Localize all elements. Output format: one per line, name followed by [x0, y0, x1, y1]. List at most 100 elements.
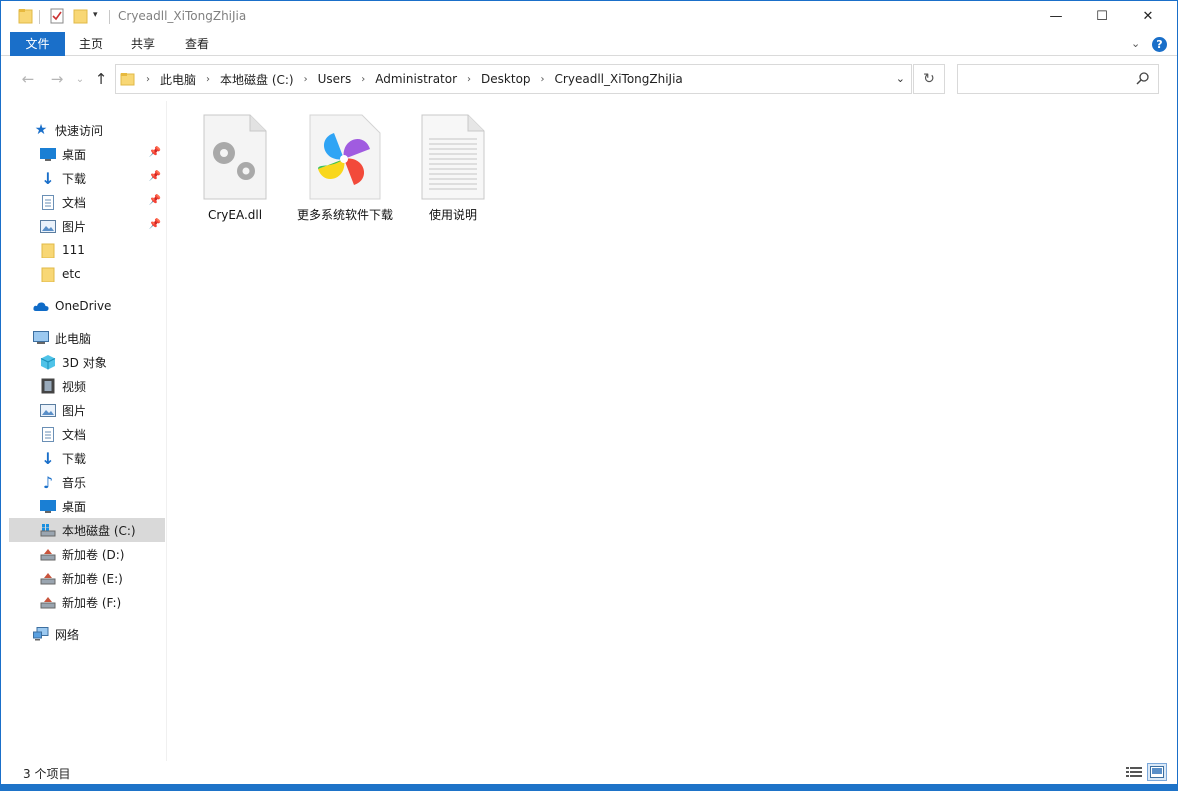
- pin-icon[interactable]: 📌: [149, 171, 161, 182]
- sidebar-item-label: 111: [62, 243, 85, 257]
- sidebar-item-volume-f[interactable]: 新加卷 (F:): [9, 590, 165, 614]
- pin-icon[interactable]: 📌: [149, 195, 161, 206]
- sidebar-item-desktop[interactable]: 桌面 📌: [9, 142, 165, 166]
- file-name: 更多系统软件下载: [297, 208, 394, 222]
- pictures-icon: [40, 402, 56, 418]
- new-folder-icon[interactable]: [73, 7, 89, 27]
- document-icon: [40, 426, 56, 442]
- sidebar-item-3d-objects[interactable]: 3D 对象: [9, 350, 165, 374]
- dll-gear-icon: [202, 113, 268, 204]
- sidebar-item-music[interactable]: ♪ 音乐: [9, 470, 165, 494]
- desktop-icon: [40, 498, 56, 514]
- tab-file[interactable]: 文件: [10, 32, 65, 56]
- sidebar-item-this-pc[interactable]: 此电脑: [9, 326, 165, 350]
- close-button[interactable]: ✕: [1125, 1, 1171, 32]
- help-icon[interactable]: ?: [1152, 37, 1167, 52]
- breadcrumb-desktop[interactable]: Desktop: [481, 72, 531, 86]
- folder-icon: [18, 7, 34, 27]
- sidebar-item-local-disk-c[interactable]: 本地磁盘 (C:): [9, 518, 165, 542]
- customize-quick-access-icon[interactable]: ▾: [93, 10, 98, 30]
- address-bar[interactable]: › 此电脑 › 本地磁盘 (C:) › Users › Administrato…: [115, 64, 912, 94]
- tab-view[interactable]: 查看: [175, 32, 219, 56]
- sidebar-item-label: etc: [62, 267, 81, 281]
- star-icon: ★: [34, 122, 48, 138]
- sidebar-item-label: 此电脑: [55, 331, 92, 346]
- sidebar-item-label: 快速访问: [55, 123, 104, 138]
- sidebar-item-videos[interactable]: 视频: [9, 374, 165, 398]
- download-arrow-icon: ↓: [41, 448, 55, 468]
- large-icons-view-icon[interactable]: [1147, 763, 1167, 781]
- sidebar-item-documents[interactable]: 文档 📌: [9, 190, 165, 214]
- sidebar-item-label: 视频: [62, 379, 87, 394]
- status-bar: 3 个项目: [1, 761, 1177, 785]
- file-item-readme[interactable]: 使用说明: [405, 113, 501, 223]
- back-button[interactable]: ←: [17, 69, 39, 89]
- file-item-more-software[interactable]: 更多系统软件下载: [297, 113, 393, 223]
- sidebar-item-documents-pc[interactable]: 文档: [9, 422, 165, 446]
- sidebar-item-network[interactable]: 网络: [9, 622, 165, 646]
- sidebar-item-downloads[interactable]: ↓ 下载 📌: [9, 166, 165, 190]
- text-document-icon: [420, 113, 486, 204]
- cloud-icon: [33, 298, 49, 314]
- sidebar-item-onedrive[interactable]: OneDrive: [9, 294, 165, 318]
- chevron-right-icon[interactable]: ›: [361, 74, 365, 85]
- drive-icon: [40, 570, 56, 586]
- pinwheel-shortcut-icon: [308, 113, 382, 204]
- pin-icon[interactable]: 📌: [149, 219, 161, 230]
- item-count: 3 个项目: [23, 767, 71, 781]
- recent-locations-icon[interactable]: ⌄: [69, 69, 91, 89]
- breadcrumb-administrator[interactable]: Administrator: [375, 72, 457, 86]
- properties-icon[interactable]: [49, 7, 65, 27]
- computer-icon: [33, 330, 49, 346]
- refresh-button[interactable]: ↻: [913, 64, 945, 94]
- breadcrumb-current-folder[interactable]: Cryeadll_XiTongZhiJia: [555, 72, 683, 86]
- expand-ribbon-icon[interactable]: ⌄: [1131, 37, 1140, 50]
- tab-share[interactable]: 共享: [121, 32, 165, 56]
- sidebar-item-quick-access[interactable]: ★ 快速访问: [9, 118, 165, 142]
- ribbon-tabs: 文件 主页 共享 查看 ⌄ ?: [1, 32, 1177, 56]
- sidebar-item-label: 3D 对象: [62, 355, 107, 370]
- sidebar-item-label: 网络: [55, 627, 80, 642]
- window-title: Cryeadll_XiTongZhiJia: [118, 9, 247, 23]
- sidebar-item-pictures[interactable]: 图片 📌: [9, 214, 165, 238]
- forward-button[interactable]: →: [46, 69, 68, 89]
- sidebar-item-volume-d[interactable]: 新加卷 (D:): [9, 542, 165, 566]
- network-icon: [33, 626, 49, 642]
- pin-icon[interactable]: 📌: [149, 147, 161, 158]
- sidebar-item-downloads-pc[interactable]: ↓ 下载: [9, 446, 165, 470]
- sidebar-item-desktop-pc[interactable]: 桌面: [9, 494, 165, 518]
- drive-windows-icon: [40, 522, 56, 538]
- sidebar-item-111[interactable]: 111: [9, 238, 165, 262]
- sidebar-item-volume-e[interactable]: 新加卷 (E:): [9, 566, 165, 590]
- details-view-icon[interactable]: [1124, 763, 1144, 781]
- search-input[interactable]: [957, 64, 1159, 94]
- music-note-icon: ♪: [42, 472, 54, 492]
- sidebar-item-label: 图片: [62, 219, 87, 234]
- navigation-bar: ← → ⌄ ↑ › 此电脑 › 本地磁盘 (C:) › Users › Admi…: [1, 57, 1177, 101]
- chevron-right-icon[interactable]: ›: [467, 74, 471, 85]
- folder-icon: [40, 266, 56, 282]
- sidebar-item-label: 本地磁盘 (C:): [62, 523, 136, 538]
- pictures-icon: [40, 218, 56, 234]
- maximize-button[interactable]: ☐: [1079, 1, 1125, 32]
- chevron-right-icon[interactable]: ›: [206, 74, 210, 85]
- sidebar-item-label: 文档: [62, 195, 87, 210]
- file-item-cryea-dll[interactable]: CryEA.dll: [187, 113, 283, 223]
- sidebar-item-etc[interactable]: etc: [9, 262, 165, 286]
- file-name: CryEA.dll: [207, 208, 263, 222]
- chevron-right-icon[interactable]: ›: [304, 74, 308, 85]
- chevron-right-icon[interactable]: ›: [541, 74, 545, 85]
- tab-home[interactable]: 主页: [69, 32, 113, 56]
- up-button[interactable]: ↑: [90, 69, 112, 89]
- sidebar-item-label: 文档: [62, 427, 87, 442]
- download-arrow-icon: ↓: [41, 168, 55, 188]
- breadcrumb-local-disk[interactable]: 本地磁盘 (C:): [220, 71, 294, 88]
- breadcrumb-users[interactable]: Users: [318, 72, 352, 86]
- minimize-button[interactable]: —: [1033, 1, 1079, 32]
- desktop-edge: [0, 784, 1178, 791]
- address-dropdown-icon[interactable]: ⌄: [896, 72, 905, 85]
- sidebar-item-label: 下载: [62, 171, 87, 186]
- breadcrumb-this-pc[interactable]: 此电脑: [160, 71, 196, 88]
- sidebar-item-pictures-pc[interactable]: 图片: [9, 398, 165, 422]
- sidebar-item-label: 桌面: [62, 147, 87, 162]
